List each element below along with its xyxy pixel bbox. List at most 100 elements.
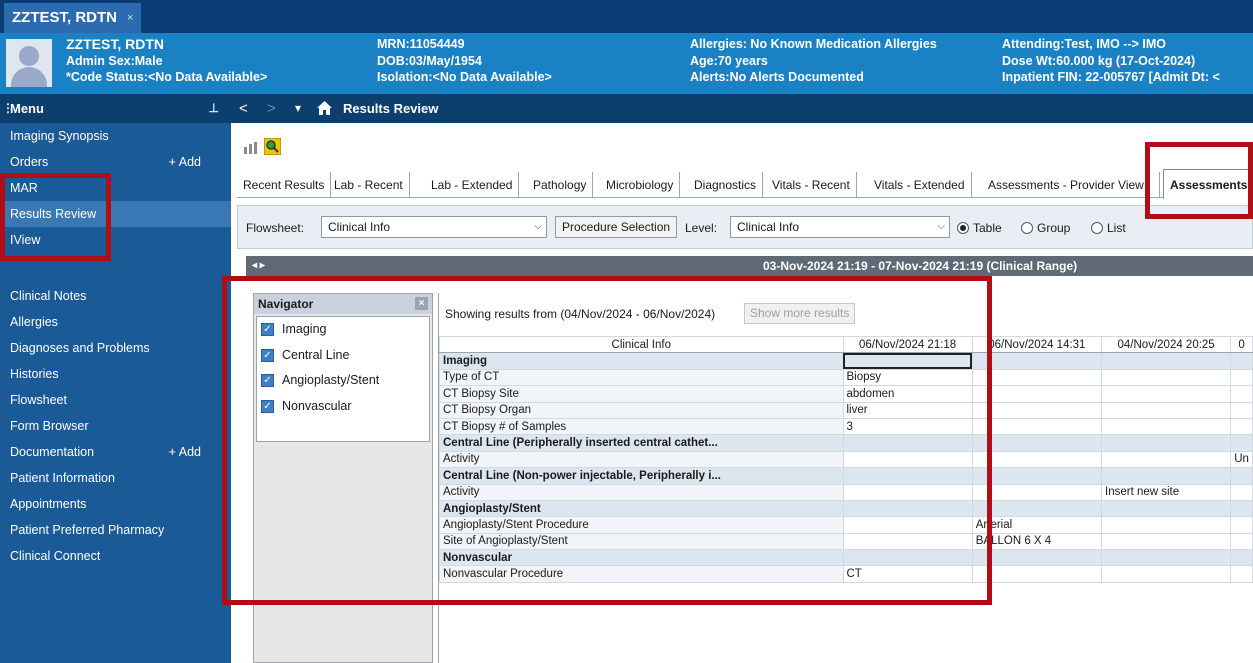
result-cell[interactable] (1230, 368, 1253, 387)
sidebar-item-diagnoses[interactable]: Diagnoses and Problems (0, 335, 231, 361)
code-status: *Code Status:<No Data Available> (66, 70, 268, 84)
result-cell[interactable] (1100, 467, 1232, 485)
flowsheet-icon[interactable] (243, 141, 259, 155)
level-select[interactable]: Clinical Info ⌵ (730, 216, 950, 238)
back-button[interactable]: < (239, 94, 248, 123)
chevron-down-icon: ⌵ (937, 221, 945, 232)
result-cell[interactable] (1230, 417, 1253, 436)
result-cell[interactable] (1100, 368, 1232, 387)
chevron-down-icon: ⌵ (534, 221, 542, 232)
result-cell[interactable] (1100, 532, 1232, 551)
range-scroll-arrows[interactable]: ◂ ▸ (252, 256, 265, 276)
add-orders-button[interactable]: + Add (169, 149, 201, 175)
result-cell[interactable] (1230, 532, 1253, 551)
home-icon[interactable] (317, 101, 332, 115)
sidebar-item-orders[interactable]: Orders + Add (0, 149, 231, 175)
close-icon[interactable]: × (127, 3, 133, 33)
column-header[interactable]: 04/Nov/2024 20:25 (1100, 335, 1232, 354)
flowsheet-select[interactable]: Clinical Info ⌵ (321, 216, 547, 238)
result-cell[interactable] (1100, 450, 1232, 469)
column-header[interactable]: 0 (1230, 335, 1253, 354)
sidebar-item-appointments[interactable]: Appointments (0, 491, 231, 517)
result-cell[interactable] (1100, 417, 1232, 436)
result-cell[interactable] (1100, 516, 1232, 534)
history-dropdown-icon[interactable]: ▾ (295, 94, 301, 123)
sidebar-item-label: Clinical Connect (10, 549, 101, 563)
patient-tab[interactable]: ZZTEST, RDTN × (4, 3, 142, 33)
result-cell[interactable] (1230, 385, 1253, 403)
page-toolbar: < > ▾ Results Review (231, 94, 1253, 123)
result-cell[interactable] (1230, 352, 1253, 370)
result-cell[interactable] (1230, 499, 1253, 518)
isolation: Isolation:<No Data Available> (377, 70, 552, 84)
forward-button[interactable]: > (267, 94, 276, 123)
sidebar-item-clinical-connect[interactable]: Clinical Connect (0, 543, 231, 569)
sidebar-item-histories[interactable]: Histories (0, 361, 231, 387)
procedure-selection-button[interactable]: Procedure Selection (555, 216, 678, 238)
result-cell[interactable] (1230, 549, 1253, 567)
banner-encounter: Attending:Test, IMO --> IMO Dose Wt:60.0… (1002, 36, 1253, 86)
result-cell[interactable] (1100, 385, 1232, 403)
tab-microbiology[interactable]: Microbiology (600, 172, 681, 198)
level-select-value: Clinical Info (737, 220, 800, 234)
result-cell[interactable] (1230, 483, 1253, 501)
admin-sex: Admin Sex:Male (66, 53, 163, 68)
sidebar-item-label: Patient Preferred Pharmacy (10, 523, 165, 537)
sidebar-item-label: Documentation (10, 445, 95, 459)
result-cell[interactable] (1100, 549, 1232, 567)
flowsheet-select-value: Clinical Info (328, 220, 391, 234)
sidebar-item-documentation[interactable]: Documentation + Add (0, 439, 231, 465)
tab-vitals-recent[interactable]: Vitals - Recent (766, 172, 857, 198)
menu-header: ⋮ Menu ⊥ (0, 94, 231, 123)
tab-assessments-provider-view[interactable]: Assessments - Provider View (982, 172, 1160, 198)
result-cell[interactable]: Insert new site (1100, 483, 1232, 501)
result-cell[interactable] (1100, 401, 1232, 419)
result-cell[interactable] (1100, 434, 1232, 452)
sidebar-item-allergies[interactable]: Allergies (0, 309, 231, 335)
radio-label: Table (973, 221, 1002, 235)
view-radio-list[interactable]: List (1091, 218, 1126, 238)
window-tab-bar: ZZTEST, RDTN × (0, 0, 1253, 33)
sidebar-item-patient-information[interactable]: Patient Information (0, 465, 231, 491)
dob: DOB:03/May/1954 (377, 53, 482, 68)
result-cell[interactable] (1230, 467, 1253, 485)
tab-pathology[interactable]: Pathology (527, 172, 594, 198)
pin-icon[interactable]: ⊥ (209, 94, 219, 123)
allergies[interactable]: Allergies: No Known Medication Allergies (690, 36, 937, 53)
result-cell[interactable]: Un (1230, 450, 1253, 469)
sidebar-item-flowsheet[interactable]: Flowsheet (0, 387, 231, 413)
patient-tab-label: ZZTEST, RDTN (12, 9, 117, 26)
result-cell[interactable] (1100, 499, 1232, 518)
tab-lab-extended[interactable]: Lab - Extended (425, 172, 520, 198)
highlight-tab-box (1145, 142, 1253, 219)
sidebar-item-label: Clinical Notes (10, 289, 87, 303)
radio-selected-icon (957, 222, 969, 234)
sidebar-item-imaging-synopsis[interactable]: Imaging Synopsis (0, 123, 231, 149)
grip-icon: ⋮ (2, 101, 14, 115)
tab-diagnostics[interactable]: Diagnostics (688, 172, 764, 198)
patient-name: ZZTEST, RDTN (66, 36, 164, 52)
view-radio-group[interactable]: Group (1021, 218, 1070, 238)
sidebar-item-clinical-notes[interactable]: Clinical Notes (0, 283, 231, 309)
view-radio-table[interactable]: Table (957, 218, 1002, 238)
alerts[interactable]: Alerts:No Alerts Documented (690, 69, 937, 86)
tab-lab-recent[interactable]: Lab - Recent (328, 172, 410, 198)
result-cell[interactable] (1230, 434, 1253, 452)
attending: Attending:Test, IMO --> IMO (1002, 37, 1166, 51)
result-cell[interactable] (1230, 401, 1253, 419)
banner-clinical: Allergies: No Known Medication Allergies… (690, 36, 937, 86)
radio-icon (1091, 222, 1103, 234)
add-documentation-button[interactable]: + Add (169, 439, 201, 465)
result-cell[interactable] (1100, 565, 1232, 583)
radio-label: List (1107, 221, 1126, 235)
search-icon[interactable] (264, 138, 281, 155)
result-cell[interactable] (1230, 516, 1253, 534)
tab-recent-results[interactable]: Recent Results (237, 172, 332, 198)
sidebar-item-form-browser[interactable]: Form Browser (0, 413, 231, 439)
highlight-results-box (222, 276, 992, 605)
sidebar-item-pharmacy[interactable]: Patient Preferred Pharmacy (0, 517, 231, 543)
highlight-menu-box (0, 173, 111, 261)
tab-vitals-extended[interactable]: Vitals - Extended (868, 172, 972, 198)
result-cell[interactable] (1100, 352, 1232, 370)
result-cell[interactable] (1230, 565, 1253, 583)
